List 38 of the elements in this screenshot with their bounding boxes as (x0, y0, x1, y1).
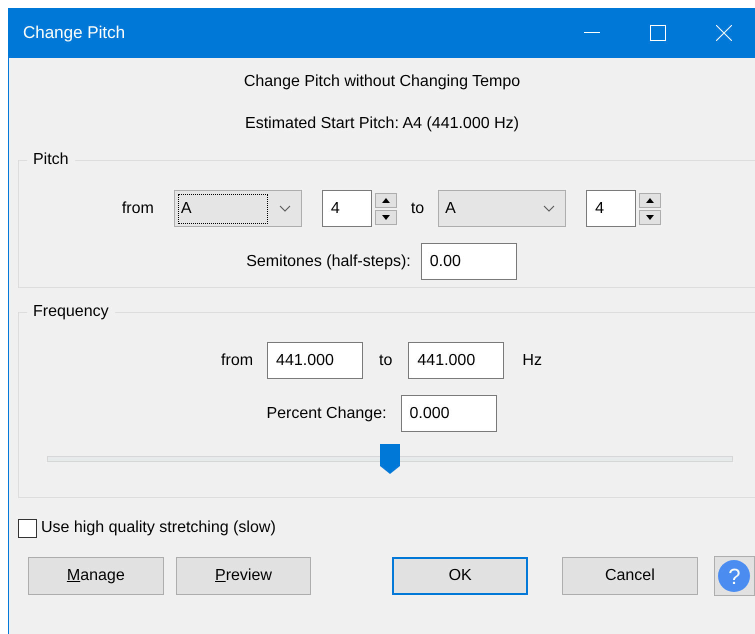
semitones-label: Semitones (half-steps): (246, 252, 411, 272)
spin-buttons[interactable] (374, 192, 397, 224)
minimize-icon (584, 32, 600, 34)
chevron-down-icon (278, 205, 291, 212)
slider-thumb[interactable] (380, 444, 400, 474)
note-dropdown[interactable]: A (438, 190, 566, 227)
frequency-from-field[interactable]: 441.000 (267, 342, 364, 379)
window-title: Change Pitch (23, 22, 126, 44)
close-icon (716, 25, 732, 41)
dialog-button[interactable]: Cancel (562, 557, 698, 595)
estimated-pitch-text: Estimated Start Pitch: A4 (441.000 Hz) (245, 114, 519, 134)
dialog-button[interactable]: OK (392, 557, 528, 595)
octave-field[interactable]: 4 (322, 190, 372, 227)
from-label: from (221, 350, 254, 370)
dialog-button[interactable]: Preview (176, 557, 312, 595)
down-arrow-icon (382, 214, 390, 220)
chevron-down-icon (543, 205, 556, 212)
spin-buttons[interactable] (639, 192, 662, 224)
semitones-field[interactable]: 0.00 (420, 243, 517, 280)
to-label: to (410, 198, 424, 218)
note-dropdown[interactable]: A (174, 190, 302, 227)
down-arrow-icon (646, 214, 654, 220)
group-title: Pitch (32, 150, 70, 170)
dialog-heading: Change Pitch without Changing Tempo (244, 72, 520, 92)
checkbox-label: Use high quality stretching (slow) (41, 518, 276, 538)
up-arrow-icon (382, 198, 390, 202)
dialog-button[interactable]: Manage (28, 557, 164, 595)
group-title: Frequency (32, 302, 110, 322)
percent-change-label: Percent Change: (266, 404, 387, 424)
unit-label: Hz (522, 350, 542, 370)
up-arrow-icon (646, 198, 654, 202)
frequency-to-field[interactable]: 441.000 (408, 342, 504, 379)
maximize-icon (650, 25, 666, 41)
octave-field[interactable]: 4 (586, 190, 636, 227)
checkbox[interactable] (18, 518, 37, 538)
to-label: to (379, 350, 392, 370)
from-label: from (122, 198, 154, 218)
percent-change-field[interactable]: 0.000 (400, 395, 497, 432)
